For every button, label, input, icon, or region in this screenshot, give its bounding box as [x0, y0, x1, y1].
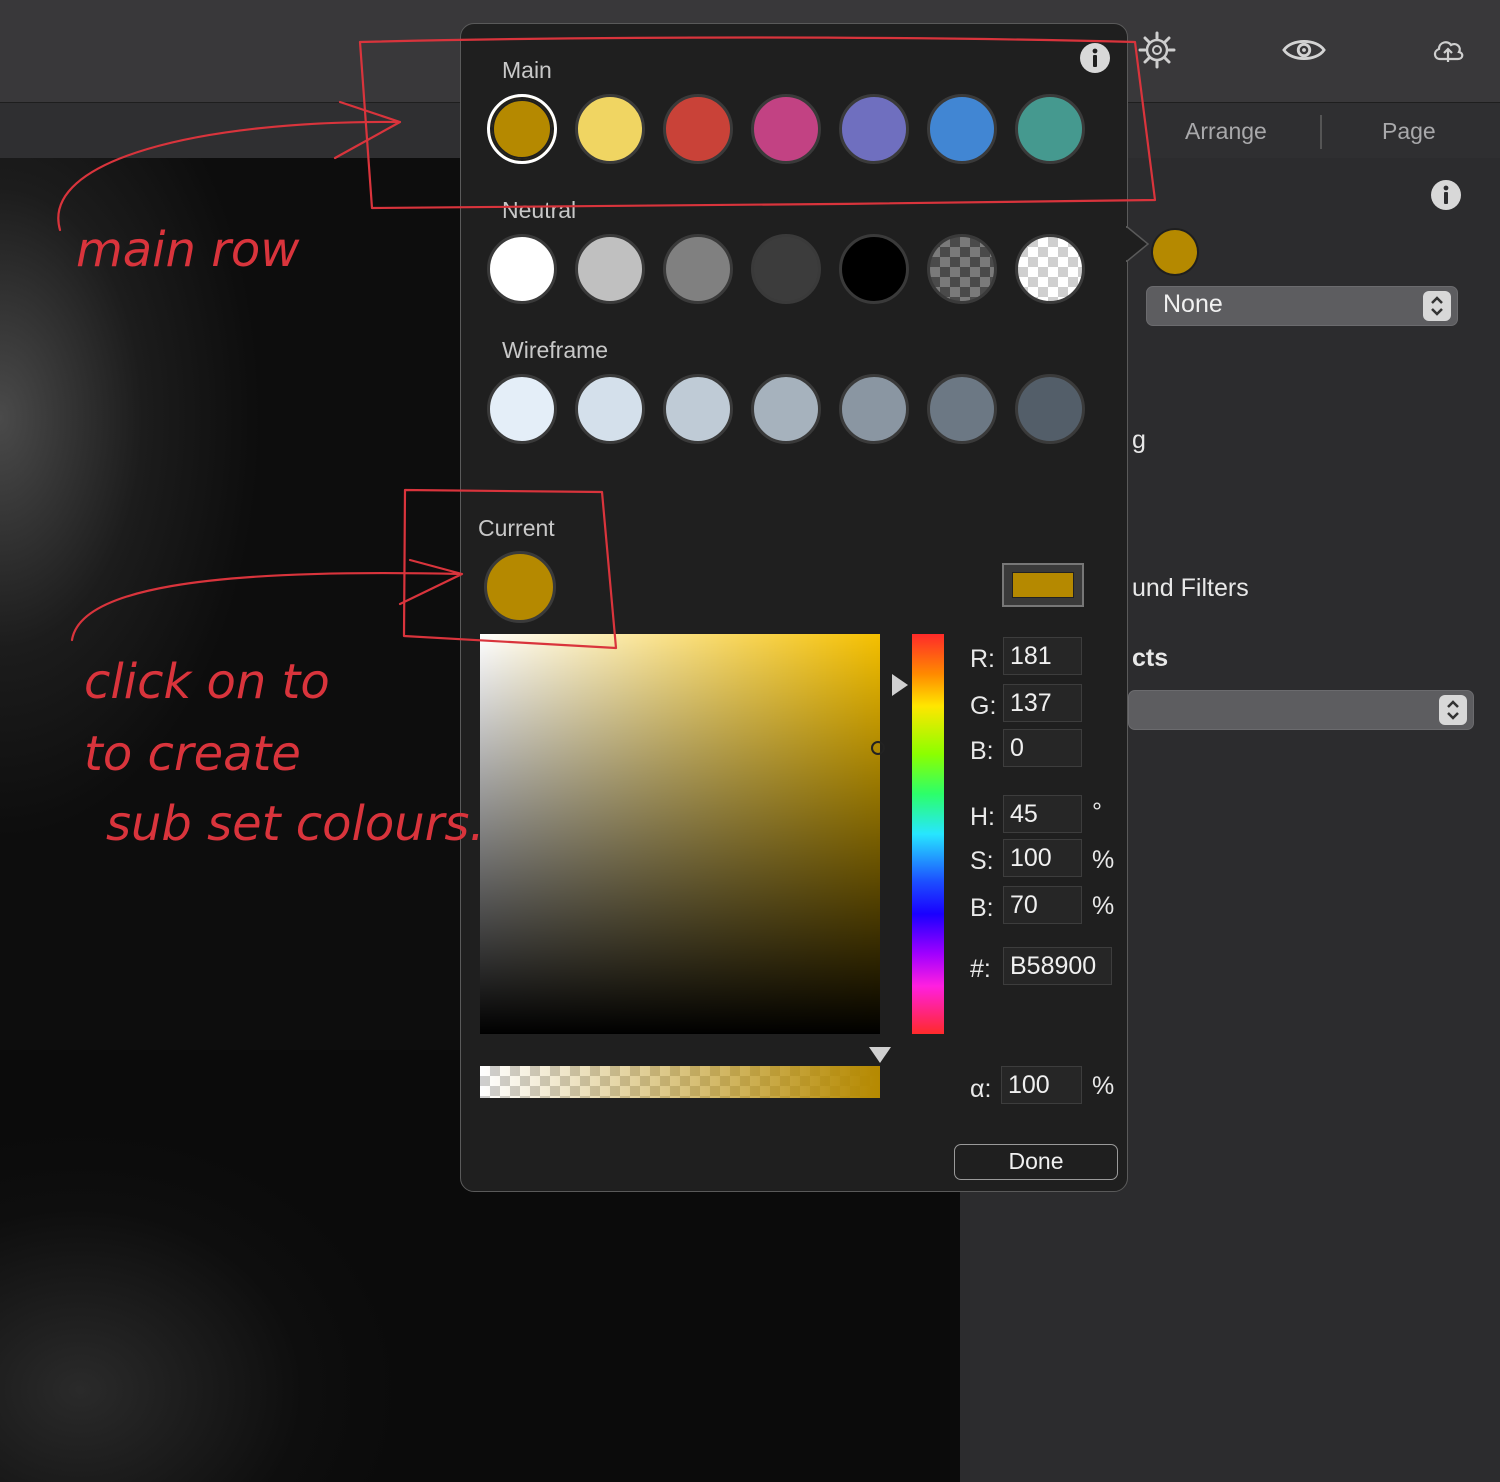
- hex-input[interactable]: B58900: [1003, 947, 1112, 985]
- gear-icon[interactable]: [1135, 30, 1179, 70]
- neutral-swatch-6[interactable]: [927, 234, 997, 304]
- inspector-background-filters-label: und Filters: [1132, 574, 1249, 602]
- wireframe-swatch-5[interactable]: [839, 374, 909, 444]
- color-well-button[interactable]: [1002, 563, 1084, 607]
- saturation-label: S:: [970, 847, 994, 875]
- wireframe-swatch-2[interactable]: [575, 374, 645, 444]
- main-swatch-1[interactable]: [487, 94, 557, 164]
- tab-arrange[interactable]: Arrange: [1185, 118, 1267, 145]
- effects-select[interactable]: [1128, 690, 1474, 730]
- neutral-section-label: Neutral: [502, 197, 577, 223]
- main-swatch-2[interactable]: [575, 94, 645, 164]
- degree-unit: °: [1092, 798, 1102, 826]
- main-section-label: Main: [502, 57, 552, 83]
- saturation-percent-unit: %: [1092, 846, 1115, 874]
- wireframe-swatch-3[interactable]: [663, 374, 733, 444]
- border-style-value: None: [1163, 290, 1223, 318]
- current-color-swatch[interactable]: [484, 551, 556, 623]
- blue-input[interactable]: 0: [1003, 729, 1082, 767]
- hue-pointer-icon[interactable]: [890, 673, 910, 697]
- brightness-percent-unit: %: [1092, 892, 1115, 920]
- neutral-swatch-2[interactable]: [575, 234, 645, 304]
- alpha-percent-unit: %: [1092, 1072, 1115, 1100]
- neutral-swatch-5[interactable]: [839, 234, 909, 304]
- alpha-label: α:: [970, 1075, 992, 1103]
- hue-slider[interactable]: [912, 634, 944, 1034]
- saturation-brightness-handle[interactable]: [871, 741, 885, 755]
- red-label: R:: [970, 645, 995, 673]
- wireframe-section-label: Wireframe: [502, 337, 609, 363]
- popover-info-icon[interactable]: [1079, 42, 1111, 79]
- border-style-select[interactable]: None: [1146, 286, 1458, 326]
- alpha-input[interactable]: 100: [1001, 1066, 1082, 1104]
- neutral-swatch-1[interactable]: [487, 234, 557, 304]
- eye-icon[interactable]: [1282, 30, 1326, 70]
- main-swatch-3[interactable]: [663, 94, 733, 164]
- inspector-effects-label: cts: [1132, 644, 1169, 672]
- select-stepper-icon: [1439, 695, 1467, 725]
- brightness-input[interactable]: 70: [1003, 886, 1082, 924]
- brightness-label: B:: [970, 894, 994, 922]
- wireframe-swatch-7[interactable]: [1015, 374, 1085, 444]
- main-swatch-6[interactable]: [927, 94, 997, 164]
- hex-label: #:: [970, 955, 991, 983]
- saturation-brightness-square[interactable]: [480, 634, 880, 1034]
- tab-divider: [1320, 115, 1322, 149]
- inspector-info-icon[interactable]: [1430, 179, 1462, 216]
- red-input[interactable]: 181: [1003, 637, 1082, 675]
- done-button[interactable]: Done: [954, 1144, 1118, 1180]
- neutral-swatch-4[interactable]: [751, 234, 821, 304]
- hue-input[interactable]: 45: [1003, 795, 1082, 833]
- green-label: G:: [970, 692, 997, 720]
- main-swatch-4[interactable]: [751, 94, 821, 164]
- neutral-swatch-7[interactable]: [1015, 234, 1085, 304]
- alpha-slider[interactable]: [480, 1066, 880, 1098]
- main-swatch-7[interactable]: [1015, 94, 1085, 164]
- current-section-label: Current: [478, 515, 555, 541]
- saturation-input[interactable]: 100: [1003, 839, 1082, 877]
- wireframe-swatch-1[interactable]: [487, 374, 557, 444]
- wireframe-swatch-6[interactable]: [927, 374, 997, 444]
- inspector-partial-label: g: [1132, 426, 1146, 454]
- inspector-color-swatch[interactable]: [1153, 230, 1197, 274]
- cloud-upload-icon[interactable]: [1426, 30, 1470, 70]
- color-well-preview: [1012, 572, 1074, 598]
- green-input[interactable]: 137: [1003, 684, 1082, 722]
- hue-label: H:: [970, 803, 995, 831]
- alpha-pointer-icon[interactable]: [868, 1046, 892, 1064]
- select-stepper-icon: [1423, 291, 1451, 321]
- popover-arrow: [1126, 226, 1150, 262]
- main-swatch-5[interactable]: [839, 94, 909, 164]
- neutral-swatch-3[interactable]: [663, 234, 733, 304]
- wireframe-swatch-4[interactable]: [751, 374, 821, 444]
- blue-label: B:: [970, 737, 994, 765]
- tab-page[interactable]: Page: [1382, 118, 1436, 145]
